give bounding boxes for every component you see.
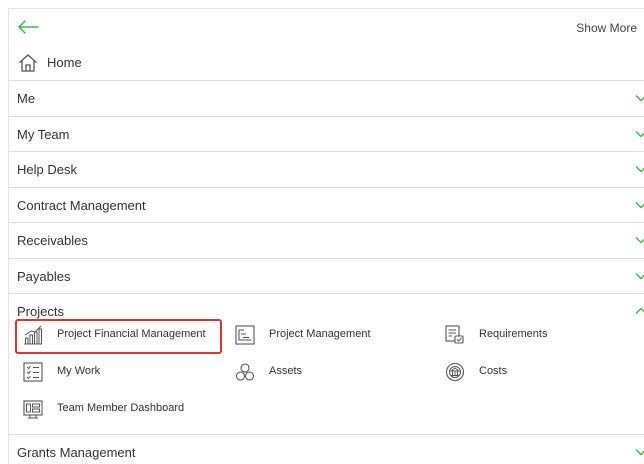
chevron-down-icon bbox=[635, 131, 644, 138]
app-label: My Work bbox=[57, 365, 101, 377]
back-arrow-icon[interactable] bbox=[17, 19, 39, 35]
app-team-member-dashboard[interactable]: Team Member Dashboard bbox=[23, 397, 218, 423]
costs-icon bbox=[445, 362, 465, 382]
chevron-down-icon bbox=[635, 273, 644, 280]
nav-group-label: Me bbox=[17, 91, 36, 106]
nav-group-help-desk[interactable]: Help Desk bbox=[9, 151, 644, 186]
nav-group-label: My Team bbox=[17, 127, 70, 142]
app-label: Assets bbox=[269, 365, 303, 377]
app-label: Team Member Dashboard bbox=[57, 402, 185, 414]
nav-group-label: Grants Management bbox=[17, 445, 136, 460]
nav-group-label: Help Desk bbox=[17, 162, 77, 177]
app-costs[interactable]: Costs bbox=[445, 360, 615, 386]
app-label: Costs bbox=[479, 365, 508, 377]
app-project-financial-management[interactable]: Project Financial Management bbox=[23, 323, 218, 349]
chevron-up-icon bbox=[635, 307, 644, 314]
app-requirements[interactable]: Requirements bbox=[445, 323, 615, 349]
chevron-down-icon bbox=[635, 237, 644, 244]
app-assets[interactable]: Assets bbox=[235, 360, 415, 386]
navigator-toolbar: Show More bbox=[9, 9, 644, 45]
app-label: Project Financial Management bbox=[57, 328, 206, 340]
gantt-chart-icon bbox=[235, 325, 255, 345]
app-my-work[interactable]: My Work bbox=[23, 360, 203, 386]
nav-group-label: Receivables bbox=[17, 233, 88, 248]
nav-group-label: Payables bbox=[17, 269, 71, 284]
nav-group-label: Contract Management bbox=[17, 198, 146, 213]
app-label: Project Management bbox=[269, 328, 371, 340]
show-more-link[interactable]: Show More bbox=[576, 21, 637, 35]
bar-chart-icon bbox=[24, 325, 42, 345]
assets-icon bbox=[235, 363, 255, 381]
app-label: Requirements bbox=[479, 328, 548, 340]
chevron-down-icon bbox=[635, 95, 644, 102]
nav-group-label: Projects bbox=[17, 304, 64, 319]
requirements-icon bbox=[445, 325, 464, 344]
navigator-panel: Show More Home Me My Team Help Desk Cont… bbox=[8, 8, 644, 464]
nav-group-my-team[interactable]: My Team bbox=[9, 116, 644, 151]
chevron-down-icon bbox=[635, 166, 644, 173]
app-project-management[interactable]: Project Management bbox=[235, 323, 425, 349]
nav-group-me[interactable]: Me bbox=[9, 80, 644, 115]
dashboard-icon bbox=[23, 400, 43, 419]
nav-group-contract-management[interactable]: Contract Management bbox=[9, 187, 644, 222]
nav-group-grants-management[interactable]: Grants Management bbox=[9, 434, 644, 464]
nav-group-receivables[interactable]: Receivables bbox=[9, 222, 644, 257]
home-label: Home bbox=[47, 55, 82, 70]
checklist-icon bbox=[23, 362, 43, 382]
home-link[interactable]: Home bbox=[9, 45, 644, 80]
nav-group-payables[interactable]: Payables bbox=[9, 258, 644, 293]
home-icon bbox=[19, 54, 37, 72]
chevron-down-icon bbox=[635, 202, 644, 209]
chevron-down-icon bbox=[635, 449, 644, 456]
